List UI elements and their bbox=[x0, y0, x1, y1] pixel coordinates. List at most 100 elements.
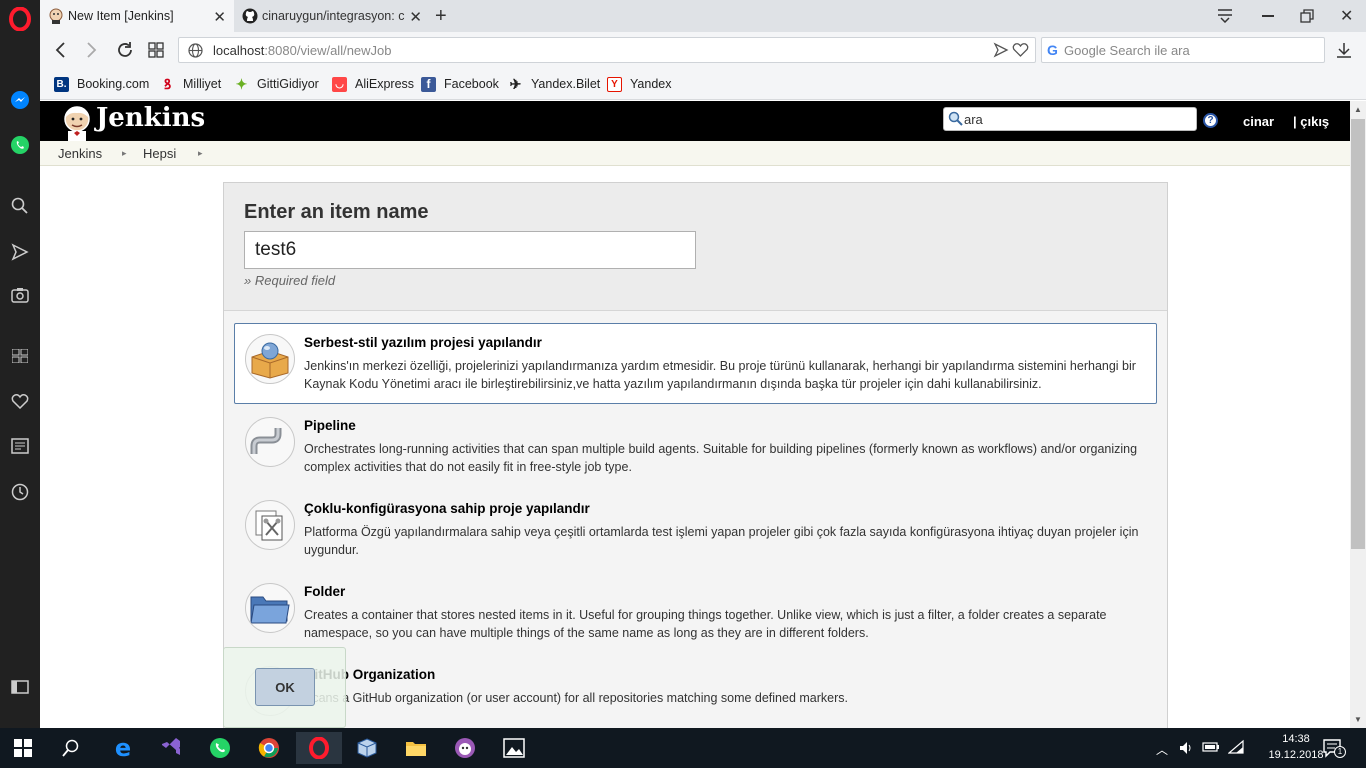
start-icon[interactable] bbox=[0, 732, 46, 764]
bookmark-label: GittiGidiyor bbox=[257, 77, 319, 91]
yandex-icon: Y bbox=[607, 76, 622, 92]
tab-github[interactable]: cinaruygun/integrasyon: c ✕ bbox=[234, 0, 434, 32]
item-type-description: Orchestrates long-running activities tha… bbox=[304, 442, 1138, 474]
item-type-github-org[interactable]: GitHub Organization Scans a GitHub organ… bbox=[234, 655, 1157, 728]
bookmark-facebook[interactable]: f Facebook bbox=[421, 75, 499, 93]
windows-taskbar: e ︿ 1 bbox=[0, 728, 1366, 768]
close-tab-icon[interactable]: ✕ bbox=[213, 8, 226, 26]
scrollbar[interactable]: ▲ ▼ bbox=[1350, 101, 1366, 728]
file-explorer-icon[interactable] bbox=[393, 732, 439, 764]
notification-count: 1 bbox=[1334, 746, 1346, 758]
logout-link[interactable]: | çıkış bbox=[1293, 114, 1329, 129]
breadcrumb-hepsi[interactable]: Hepsi bbox=[143, 146, 176, 161]
heart-icon[interactable] bbox=[8, 389, 32, 413]
close-tab-icon[interactable]: ✕ bbox=[409, 8, 422, 26]
google-search-field[interactable]: G Google Search ile ara bbox=[1041, 37, 1325, 63]
scroll-down-icon[interactable]: ▼ bbox=[1354, 715, 1362, 724]
send-icon[interactable] bbox=[8, 240, 32, 264]
maximize-icon[interactable] bbox=[1300, 9, 1314, 26]
jenkins-page: Jenkins ara ? cinar | çıkış Jenkins ▸ He… bbox=[40, 101, 1350, 728]
tray-chevron-icon[interactable]: ︿ bbox=[1156, 741, 1168, 758]
chrome-icon[interactable] bbox=[246, 732, 292, 764]
tab-menu-icon[interactable] bbox=[1216, 7, 1234, 26]
tab-bar: New Item [Jenkins] ✕ cinaruygun/integras… bbox=[40, 0, 1366, 32]
user-link[interactable]: cinar bbox=[1243, 114, 1274, 129]
camera-icon[interactable] bbox=[8, 283, 32, 307]
bookmark-aliexpress[interactable]: ◡ AliExpress bbox=[332, 75, 414, 93]
bookmarks-bar: B. Booking.com ꝸ Milliyet ✦ GittiGidiyor ◡ A… bbox=[40, 68, 1366, 100]
jenkins-favicon-icon bbox=[48, 8, 64, 24]
minimize-icon[interactable] bbox=[1262, 15, 1274, 17]
whatsapp-sidebar-icon[interactable] bbox=[8, 133, 32, 157]
back-icon[interactable] bbox=[54, 41, 66, 62]
volume-icon[interactable] bbox=[1178, 740, 1194, 759]
close-window-icon[interactable]: ✕ bbox=[1340, 6, 1353, 26]
breadcrumb-arrow-icon[interactable]: ▸ bbox=[198, 148, 203, 159]
bookmark-label: AliExpress bbox=[355, 77, 415, 91]
gittigidiyor-icon: ✦ bbox=[235, 75, 248, 92]
bookmark-label: Yandex.Bilet bbox=[531, 77, 601, 91]
visual-studio-icon[interactable] bbox=[148, 732, 194, 764]
jenkins-butler-icon[interactable] bbox=[58, 104, 96, 145]
edge-icon[interactable]: e bbox=[100, 732, 146, 764]
item-type-description: Scans a GitHub organization (or user acc… bbox=[304, 691, 849, 705]
opera-logo-icon[interactable] bbox=[8, 7, 32, 31]
item-type-multi-config[interactable]: Çoklu-konfigürasyona sahip proje yapılan… bbox=[234, 489, 1157, 570]
item-name-input[interactable] bbox=[244, 231, 696, 269]
bookmark-label: Yandex bbox=[630, 77, 672, 91]
item-type-title: Folder bbox=[304, 584, 346, 599]
ok-button-bar: OK bbox=[223, 647, 346, 728]
milliyet-icon: ꝸ bbox=[163, 75, 172, 92]
help-icon[interactable]: ? bbox=[1203, 113, 1218, 128]
tab-new-item[interactable]: New Item [Jenkins] ✕ bbox=[40, 0, 234, 32]
ok-button[interactable]: OK bbox=[255, 668, 315, 706]
photos-icon[interactable] bbox=[491, 732, 537, 764]
bookmark-label: Milliyet bbox=[183, 77, 222, 91]
notification-icon[interactable]: 1 bbox=[1322, 738, 1346, 761]
jenkins-search-input[interactable]: ara bbox=[943, 107, 1197, 131]
speed-dial-icon[interactable] bbox=[8, 344, 32, 368]
clock[interactable]: 14:38 19.12.2018 bbox=[1268, 731, 1324, 763]
forward-icon[interactable] bbox=[86, 41, 98, 62]
bookmark-booking[interactable]: B. Booking.com bbox=[54, 75, 149, 93]
whatsapp-icon[interactable] bbox=[197, 732, 243, 764]
battery-icon[interactable] bbox=[1202, 741, 1220, 756]
pipe-icon bbox=[245, 417, 295, 467]
new-item-panel: Enter an item name » Required field Serb… bbox=[223, 182, 1168, 728]
url-host: localhost bbox=[213, 42, 265, 58]
bookmark-yandex[interactable]: Y Yandex bbox=[607, 75, 671, 93]
messenger-icon[interactable] bbox=[8, 88, 32, 112]
item-type-pipeline[interactable]: Pipeline Orchestrates long-running activ… bbox=[234, 406, 1157, 487]
download-icon[interactable] bbox=[1336, 42, 1352, 61]
item-type-folder[interactable]: Folder Creates a container that stores n… bbox=[234, 572, 1157, 653]
bookmark-heart-icon[interactable] bbox=[1012, 42, 1029, 61]
bookmark-yandex-bilet[interactable]: ✈ Yandex.Bilet bbox=[508, 75, 601, 93]
jenkins-header: Jenkins ara ? cinar | çıkış bbox=[40, 101, 1350, 142]
bookmark-milliyet[interactable]: ꝸ Milliyet bbox=[160, 75, 221, 93]
url-field[interactable]: localhost:8080/view/all/newJob bbox=[178, 37, 1036, 63]
news-icon[interactable] bbox=[8, 434, 32, 458]
new-tab-button[interactable]: + bbox=[435, 5, 447, 28]
item-type-freestyle[interactable]: Serbest-stil yazılım projesi yapılandır … bbox=[234, 323, 1157, 404]
tabs-grid-icon[interactable] bbox=[148, 42, 164, 61]
sidebar-toggle-icon[interactable] bbox=[8, 675, 32, 699]
history-icon[interactable] bbox=[8, 480, 32, 504]
app-icon[interactable] bbox=[442, 732, 488, 764]
scroll-up-icon[interactable]: ▲ bbox=[1354, 105, 1362, 114]
reload-icon[interactable] bbox=[116, 41, 134, 62]
address-bar: localhost:8080/view/all/newJob G Google … bbox=[40, 32, 1366, 68]
jenkins-logo-text[interactable]: Jenkins bbox=[96, 103, 205, 133]
wifi-icon[interactable] bbox=[1227, 739, 1244, 758]
breadcrumb-arrow-icon[interactable]: ▸ bbox=[122, 148, 127, 159]
search-value: ara bbox=[964, 111, 983, 127]
bookmark-gittigidiyor[interactable]: ✦ GittiGidiyor bbox=[234, 75, 319, 93]
snap-send-icon[interactable] bbox=[993, 42, 1009, 61]
search-sidebar-icon[interactable] bbox=[8, 194, 32, 218]
scrollbar-thumb[interactable] bbox=[1351, 119, 1365, 549]
virtualbox-icon[interactable] bbox=[344, 732, 390, 764]
breadcrumb-jenkins[interactable]: Jenkins bbox=[58, 146, 102, 161]
multi-config-icon bbox=[245, 500, 295, 550]
search-icon[interactable] bbox=[48, 732, 94, 764]
opera-taskbar-icon[interactable] bbox=[296, 732, 342, 764]
tab-title: New Item [Jenkins] bbox=[68, 9, 174, 23]
